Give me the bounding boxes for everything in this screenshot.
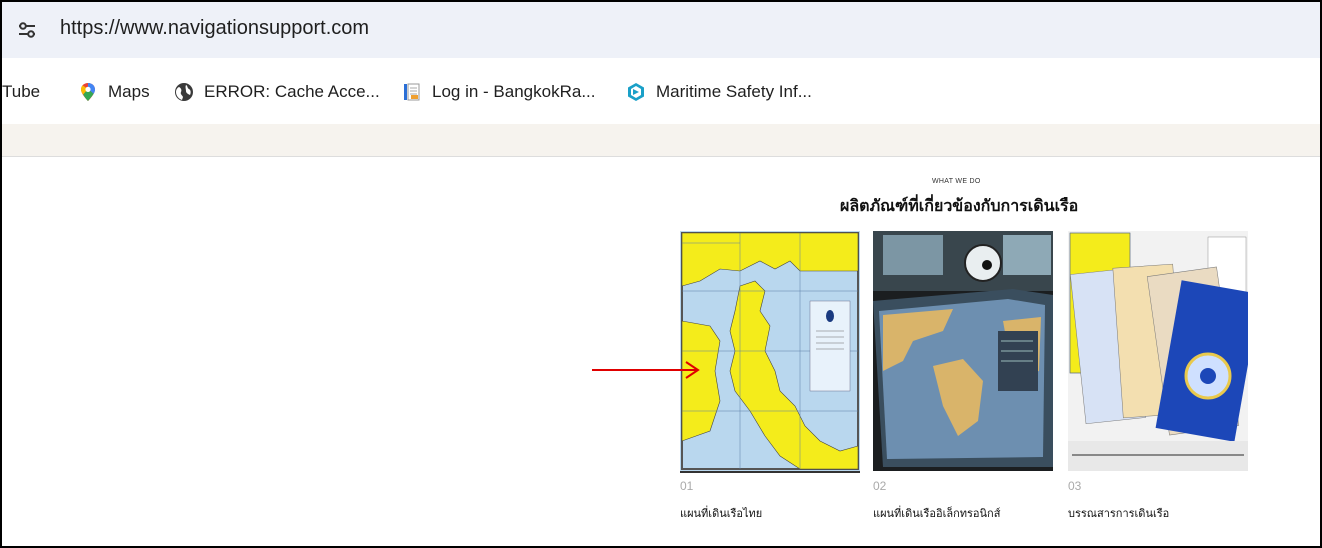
maps-pin-icon xyxy=(81,83,95,101)
product-number: 01 xyxy=(680,479,694,493)
section-eyebrow: WHAT WE DO xyxy=(932,178,981,185)
bookmark-label: Maps xyxy=(108,82,150,101)
address-bar[interactable]: https://www.navigationsupport.com xyxy=(2,2,1320,58)
globe-icon xyxy=(175,83,193,101)
page-content: WHAT WE DO ผลิตภัณฑ์ที่เกี่ยวข้องกับการเ… xyxy=(2,157,1320,546)
site-info-icon[interactable] xyxy=(16,19,38,41)
bookmark-label: ERROR: Cache Acce... xyxy=(204,82,380,101)
bookmark-maps[interactable]: Maps xyxy=(78,80,150,104)
section-heading: ผลิตภัณฑ์ที่เกี่ยวข้องกับการเดินเรือ xyxy=(840,196,1079,215)
bookmark-label: Log in - BangkokRa... xyxy=(432,82,596,101)
bookmark-label: Maritime Safety Inf... xyxy=(656,82,812,101)
bookmark-error-cache[interactable]: ERROR: Cache Acce... xyxy=(174,80,380,104)
product-caption[interactable]: แผนที่เดินเรือไทย xyxy=(680,504,762,522)
browser-window: https://www.navigationsupport.com Tube M… xyxy=(0,0,1322,548)
nautical-publications-image[interactable] xyxy=(1068,231,1248,471)
product-number: 03 xyxy=(1068,479,1082,493)
product-caption[interactable]: บรรณสารการเดินเรือ xyxy=(1068,504,1169,522)
card-divider xyxy=(680,471,860,473)
document-icon xyxy=(404,83,420,101)
bookmark-bangkokra[interactable]: Log in - BangkokRa... xyxy=(402,80,595,104)
bookmarks-bar: Tube Maps ERROR: Cache Acce... Log in - … xyxy=(2,58,1320,124)
product-caption[interactable]: แผนที่เดินเรืออิเล็กทรอนิกส์ xyxy=(873,504,1000,522)
bookmark-maritime-safety[interactable]: Maritime Safety Inf... xyxy=(626,80,812,104)
annotation-arrow-icon xyxy=(592,361,700,379)
bookmark-youtube[interactable]: Tube xyxy=(2,80,40,104)
msi-icon xyxy=(628,83,644,101)
product-number: 02 xyxy=(873,479,887,493)
site-top-strip xyxy=(2,124,1320,157)
thai-nautical-chart-image[interactable] xyxy=(680,231,860,471)
bookmark-label: Tube xyxy=(2,82,41,101)
electronic-chart-image[interactable] xyxy=(873,231,1053,471)
url-text[interactable]: https://www.navigationsupport.com xyxy=(60,17,369,40)
